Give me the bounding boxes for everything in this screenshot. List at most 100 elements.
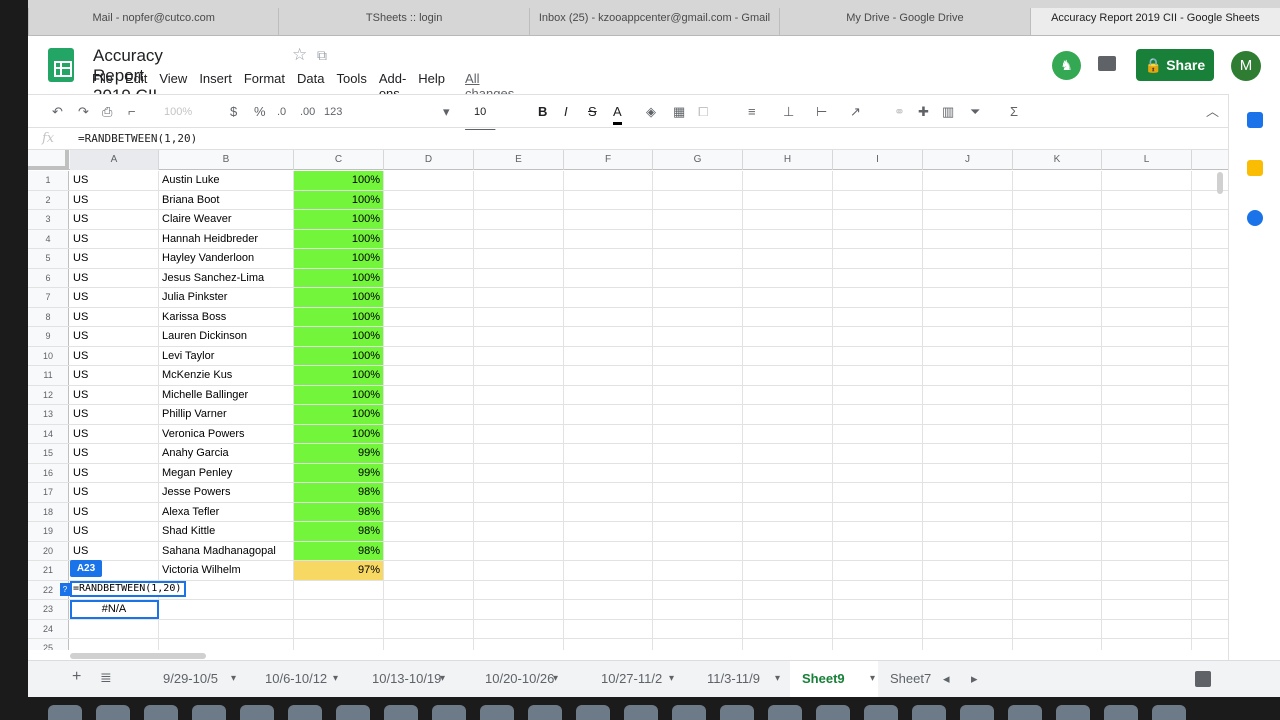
cell-c[interactable]: 100% (294, 307, 384, 326)
cell-c[interactable]: 98% (294, 541, 384, 560)
cell-empty[interactable] (564, 561, 653, 580)
cell-empty[interactable] (474, 346, 564, 365)
cell-empty[interactable] (833, 210, 923, 229)
cell-c[interactable]: 100% (294, 190, 384, 209)
borders-icon[interactable]: ▦ (673, 102, 685, 122)
column-header-j[interactable]: J (923, 150, 1013, 170)
cell-empty[interactable] (474, 405, 564, 424)
cell-c[interactable]: 100% (294, 424, 384, 443)
cell-empty[interactable] (1102, 463, 1192, 482)
cell-empty[interactable] (1013, 580, 1102, 599)
avatar[interactable]: M (1231, 51, 1261, 81)
cell-empty[interactable] (923, 210, 1013, 229)
cell-empty[interactable] (653, 366, 743, 385)
cell-empty[interactable] (1013, 210, 1102, 229)
cell-empty[interactable] (1102, 561, 1192, 580)
cell-b[interactable]: Sahana Madhanagopal (159, 541, 294, 560)
cell-empty[interactable] (1102, 249, 1192, 268)
cell-empty[interactable] (923, 229, 1013, 248)
cell-empty[interactable] (474, 171, 564, 190)
cell-a[interactable]: US (70, 229, 159, 248)
cell-empty[interactable] (474, 600, 564, 619)
row-header[interactable]: 25 (28, 639, 69, 650)
cell-empty[interactable] (833, 307, 923, 326)
cell-empty[interactable] (653, 502, 743, 521)
dock-app-icon[interactable] (624, 705, 658, 720)
cell-empty[interactable] (653, 346, 743, 365)
cell-empty[interactable] (833, 327, 923, 346)
text-wrap-icon[interactable]: ⊢ (816, 102, 827, 122)
cell-empty[interactable] (1102, 210, 1192, 229)
cell-empty[interactable] (1102, 619, 1192, 638)
cell-empty[interactable] (1102, 346, 1192, 365)
cell-b[interactable]: Michelle Ballinger (159, 385, 294, 404)
cell-empty[interactable] (1013, 600, 1102, 619)
cell-empty[interactable] (474, 444, 564, 463)
cell-empty[interactable] (833, 405, 923, 424)
cell-empty[interactable] (1013, 522, 1102, 541)
cell-empty[interactable] (743, 307, 833, 326)
cell-empty[interactable] (384, 327, 474, 346)
cell-c[interactable] (294, 600, 384, 619)
cell-b[interactable]: Veronica Powers (159, 424, 294, 443)
cell-empty[interactable] (743, 600, 833, 619)
text-rotation-icon[interactable]: ↗ (850, 102, 861, 122)
cell-empty[interactable] (1013, 190, 1102, 209)
sheet-tab-menu-icon[interactable]: ▾ (553, 673, 558, 684)
cell-empty[interactable] (564, 229, 653, 248)
cell-a[interactable]: US (70, 522, 159, 541)
share-button[interactable]: 🔒 Share (1136, 49, 1214, 81)
sheet-tab[interactable]: 11/3-11/9 (707, 671, 760, 686)
cell-empty[interactable] (923, 288, 1013, 307)
cell-empty[interactable] (384, 502, 474, 521)
sheet-tab-menu-icon[interactable]: ▾ (775, 673, 780, 684)
cell-empty[interactable] (474, 366, 564, 385)
cell-empty[interactable] (923, 307, 1013, 326)
cell-editor[interactable]: =RANDBETWEEN(1,20) (70, 581, 186, 597)
cell-empty[interactable] (833, 249, 923, 268)
cell-empty[interactable] (384, 346, 474, 365)
cell-a[interactable]: US (70, 366, 159, 385)
zoom-select[interactable]: 100% (164, 102, 192, 122)
column-header-i[interactable]: I (833, 150, 923, 170)
cell-empty[interactable] (474, 619, 564, 638)
cell-c[interactable]: 99% (294, 463, 384, 482)
cell-empty[interactable] (1102, 483, 1192, 502)
cell-empty[interactable] (743, 502, 833, 521)
dock-app-icon[interactable] (48, 705, 82, 720)
cell-empty[interactable] (474, 249, 564, 268)
dock-app-icon[interactable] (960, 705, 994, 720)
cell-empty[interactable] (1102, 639, 1192, 650)
cell-empty[interactable] (653, 483, 743, 502)
cell-c[interactable]: 98% (294, 502, 384, 521)
cell-empty[interactable] (1102, 327, 1192, 346)
cell-empty[interactable] (1013, 463, 1102, 482)
cell-c[interactable]: 98% (294, 483, 384, 502)
cell-empty[interactable] (653, 307, 743, 326)
cell-a[interactable]: US (70, 463, 159, 482)
cell-empty[interactable] (384, 561, 474, 580)
cell-empty[interactable] (384, 229, 474, 248)
cell-b[interactable]: Karissa Boss (159, 307, 294, 326)
cell-a[interactable] (70, 639, 159, 650)
merge-cells-icon[interactable]: ⧠ (698, 102, 708, 122)
cell-empty[interactable] (743, 561, 833, 580)
cell-empty[interactable] (1013, 171, 1102, 190)
cell-empty[interactable] (384, 483, 474, 502)
cell-empty[interactable] (833, 366, 923, 385)
cell-empty[interactable] (474, 561, 564, 580)
cell-empty[interactable] (384, 366, 474, 385)
sheet-tab[interactable]: Sheet7 (890, 671, 931, 686)
cell-empty[interactable] (1013, 249, 1102, 268)
cell-b[interactable]: Alexa Tefler (159, 502, 294, 521)
cell-empty[interactable] (1013, 327, 1102, 346)
redo-icon[interactable]: ↷ (78, 102, 89, 122)
cell-empty[interactable] (923, 561, 1013, 580)
row-header[interactable]: 24 (28, 619, 69, 638)
cell-a[interactable]: US (70, 190, 159, 209)
cell-empty[interactable] (474, 385, 564, 404)
cell-empty[interactable] (564, 307, 653, 326)
cell-c[interactable]: 100% (294, 171, 384, 190)
percent-format-button[interactable]: % (254, 102, 266, 122)
undo-icon[interactable]: ↶ (52, 102, 63, 122)
